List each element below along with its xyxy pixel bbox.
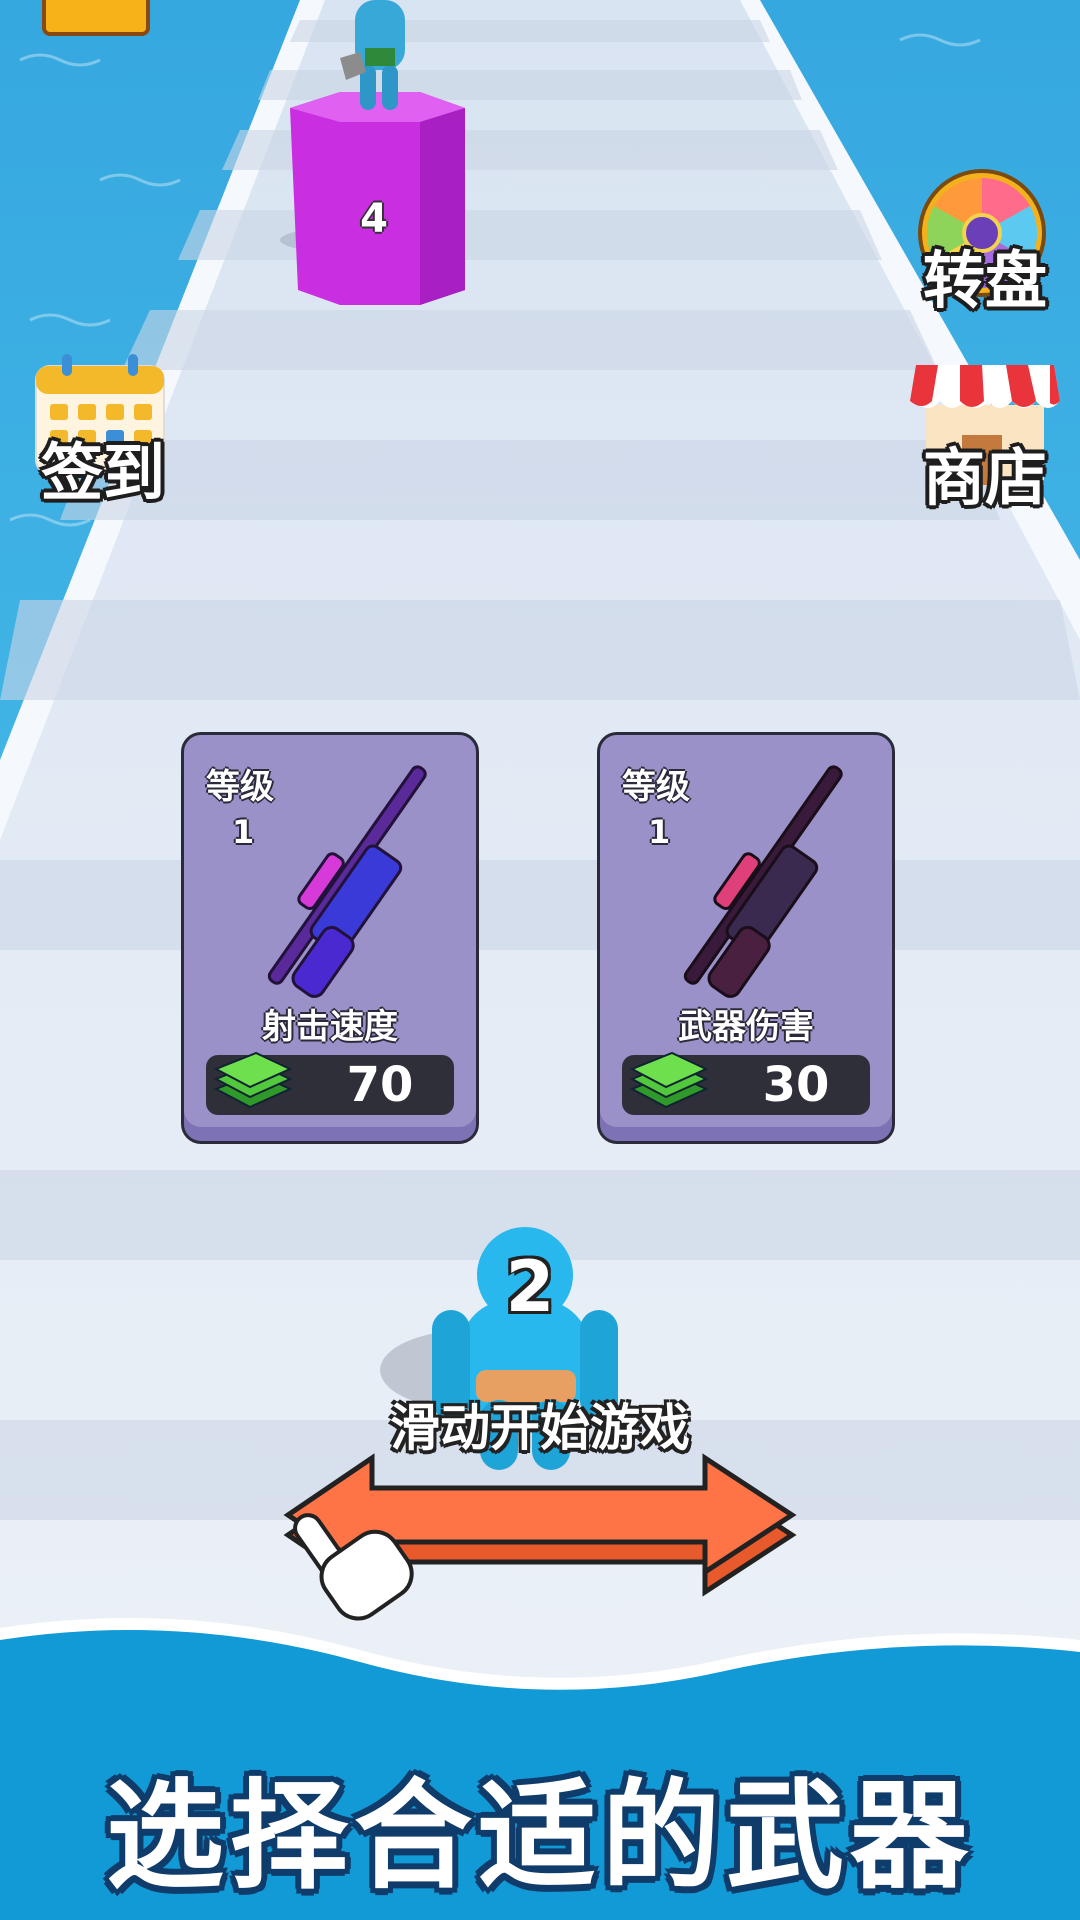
sniper-rifle-icon (683, 765, 843, 998)
card-level-label: 等级 (206, 767, 274, 807)
card-price-bar: 70 (206, 1051, 454, 1115)
cash-icon (213, 1051, 292, 1109)
game-scene[interactable]: 4 2 转盘 签到 商店 等级 1 射击速度 70 等级 1 武器伤害 30 滑… (0, 0, 1080, 1920)
swipe-hint-text: 滑动开始游戏 (390, 1399, 690, 1457)
checkin-label: 签到 (40, 436, 165, 509)
wheel-button[interactable]: 转盘 (910, 168, 1060, 318)
shop-label: 商店 (922, 441, 1047, 514)
pillar-number: 4 (360, 196, 388, 242)
card-price: 30 (762, 1057, 830, 1113)
upgrade-card-fire-rate[interactable]: 等级 1 射击速度 70 (181, 732, 479, 1144)
cash-icon (629, 1051, 708, 1109)
checkin-button[interactable]: 签到 (28, 350, 178, 510)
upgrade-card-weapon-damage[interactable]: 等级 1 武器伤害 30 (597, 732, 895, 1144)
card-level-value: 1 (648, 813, 671, 851)
wheel-label: 转盘 (922, 244, 1047, 317)
sniper-rifle-icon (267, 765, 427, 998)
card-price-bar: 30 (622, 1051, 870, 1115)
banner-title: 选择合适的武器 (105, 1767, 974, 1905)
card-price: 70 (346, 1057, 414, 1113)
top-left-button[interactable] (42, 0, 150, 36)
card-level-label: 等级 (622, 767, 690, 807)
shop-button[interactable]: 商店 (910, 355, 1060, 515)
card-level-value: 1 (232, 813, 255, 851)
card-stat-name: 武器伤害 (678, 1007, 814, 1047)
card-stat-name: 射击速度 (262, 1007, 398, 1047)
player-number: 2 (505, 1246, 555, 1328)
